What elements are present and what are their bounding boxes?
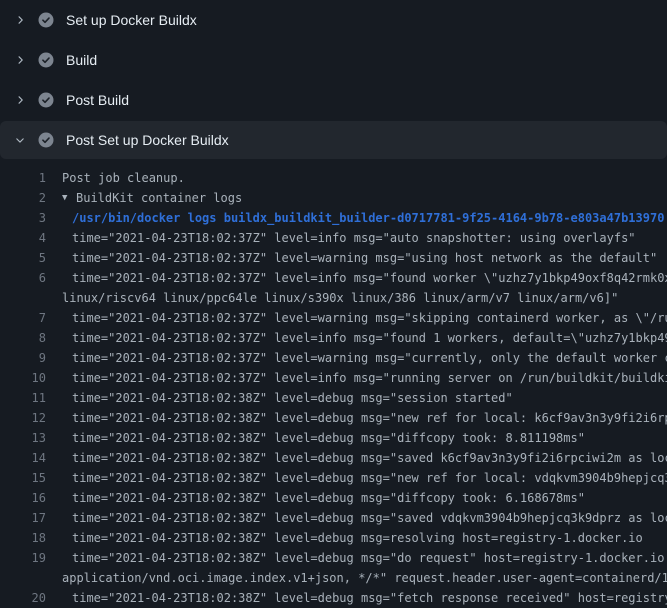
line-number[interactable]: 18 xyxy=(0,528,46,548)
log-line: 9 time="2021-04-23T18:02:37Z" level=warn… xyxy=(0,348,667,368)
log-text: time="2021-04-23T18:02:37Z" level=info m… xyxy=(72,328,667,348)
log-line: 5 time="2021-04-23T18:02:37Z" level=warn… xyxy=(0,248,667,268)
log-text: time="2021-04-23T18:02:37Z" level=warnin… xyxy=(72,308,667,328)
log-text: BuildKit container logs xyxy=(76,188,242,208)
log-line: 12 time="2021-04-23T18:02:38Z" level=deb… xyxy=(0,408,667,428)
group-toggle-icon[interactable]: ▼ xyxy=(62,188,74,208)
log-text: time="2021-04-23T18:02:38Z" level=debug … xyxy=(72,388,513,408)
check-circle-icon xyxy=(38,92,54,108)
log-line: 10 time="2021-04-23T18:02:37Z" level=inf… xyxy=(0,368,667,388)
chevron-right-icon[interactable] xyxy=(12,52,28,68)
check-circle-icon xyxy=(38,132,54,148)
log-text: time="2021-04-23T18:02:37Z" level=info m… xyxy=(72,228,636,248)
line-number[interactable]: 11 xyxy=(0,388,46,408)
line-number[interactable]: 6 xyxy=(0,268,46,288)
line-number[interactable]: 3 xyxy=(0,208,46,228)
chevron-down-icon[interactable] xyxy=(12,132,28,148)
log-text: application/vnd.oci.image.index.v1+json,… xyxy=(62,568,667,588)
log-text: time="2021-04-23T18:02:37Z" level=warnin… xyxy=(72,348,667,368)
log-text: time="2021-04-23T18:02:38Z" level=debug … xyxy=(72,528,643,548)
step-label: Post Build xyxy=(66,92,129,108)
check-circle-icon xyxy=(38,12,54,28)
log-text: time="2021-04-23T18:02:38Z" level=debug … xyxy=(72,588,667,608)
log-line: 7 time="2021-04-23T18:02:37Z" level=warn… xyxy=(0,308,667,328)
line-number[interactable]: 14 xyxy=(0,448,46,468)
step-label: Set up Docker Buildx xyxy=(66,12,197,28)
steps-list: Set up Docker Buildx Build Post Build Po… xyxy=(0,0,667,159)
log-line: 20 time="2021-04-23T18:02:38Z" level=deb… xyxy=(0,588,667,608)
log-text: time="2021-04-23T18:02:37Z" level=warnin… xyxy=(72,248,657,268)
log-text: Post job cleanup. xyxy=(62,168,185,188)
log-line: 14 time="2021-04-23T18:02:38Z" level=deb… xyxy=(0,448,667,468)
line-number[interactable]: 15 xyxy=(0,468,46,488)
step-label: Build xyxy=(66,52,97,68)
line-number[interactable]: 1 xyxy=(0,168,46,188)
line-number[interactable]: 17 xyxy=(0,508,46,528)
log-line: 15 time="2021-04-23T18:02:38Z" level=deb… xyxy=(0,468,667,488)
line-number[interactable] xyxy=(0,288,46,308)
chevron-right-icon[interactable] xyxy=(12,92,28,108)
chevron-right-icon[interactable] xyxy=(12,12,28,28)
step-row[interactable]: Post Build xyxy=(0,80,667,120)
log-text: time="2021-04-23T18:02:37Z" level=info m… xyxy=(72,268,667,288)
line-number[interactable]: 19 xyxy=(0,548,46,568)
step-row[interactable]: Set up Docker Buildx xyxy=(0,0,667,40)
line-number[interactable]: 5 xyxy=(0,248,46,268)
log-line-continuation: linux/riscv64 linux/ppc64le linux/s390x … xyxy=(0,288,667,308)
line-number[interactable]: 20 xyxy=(0,588,46,608)
log-area: 1 Post job cleanup. 2 ▼ BuildKit contain… xyxy=(0,160,667,608)
line-number[interactable]: 7 xyxy=(0,308,46,328)
log-text: time="2021-04-23T18:02:38Z" level=debug … xyxy=(72,428,585,448)
log-text: time="2021-04-23T18:02:38Z" level=debug … xyxy=(72,508,667,528)
log-line-continuation: application/vnd.oci.image.index.v1+json,… xyxy=(0,568,667,588)
step-label: Post Set up Docker Buildx xyxy=(66,132,229,148)
log-line: 6 time="2021-04-23T18:02:37Z" level=info… xyxy=(0,268,667,288)
log-line: 1 Post job cleanup. xyxy=(0,168,667,188)
line-number[interactable]: 9 xyxy=(0,348,46,368)
log-text: time="2021-04-23T18:02:37Z" level=info m… xyxy=(72,368,667,388)
log-line: 16 time="2021-04-23T18:02:38Z" level=deb… xyxy=(0,488,667,508)
step-row[interactable]: Build xyxy=(0,40,667,80)
line-number[interactable]: 4 xyxy=(0,228,46,248)
log-line: 13 time="2021-04-23T18:02:38Z" level=deb… xyxy=(0,428,667,448)
line-number[interactable]: 2 xyxy=(0,188,46,208)
actions-log-viewer: Set up Docker Buildx Build Post Build Po… xyxy=(0,0,667,608)
log-line: 11 time="2021-04-23T18:02:38Z" level=deb… xyxy=(0,388,667,408)
log-line: 8 time="2021-04-23T18:02:37Z" level=info… xyxy=(0,328,667,348)
log-text: /usr/bin/docker logs buildx_buildkit_bui… xyxy=(72,208,664,228)
log-line: 3 /usr/bin/docker logs buildx_buildkit_b… xyxy=(0,208,667,228)
step-row[interactable]: Post Set up Docker Buildx xyxy=(0,121,667,159)
line-number[interactable]: 8 xyxy=(0,328,46,348)
log-line: 18 time="2021-04-23T18:02:38Z" level=deb… xyxy=(0,528,667,548)
log-line: 4 time="2021-04-23T18:02:37Z" level=info… xyxy=(0,228,667,248)
log-text: time="2021-04-23T18:02:38Z" level=debug … xyxy=(72,488,585,508)
line-number[interactable] xyxy=(0,568,46,588)
line-number[interactable]: 16 xyxy=(0,488,46,508)
log-text: time="2021-04-23T18:02:38Z" level=debug … xyxy=(72,548,667,568)
log-text: linux/riscv64 linux/ppc64le linux/s390x … xyxy=(62,288,618,308)
line-number[interactable]: 10 xyxy=(0,368,46,388)
log-text: time="2021-04-23T18:02:38Z" level=debug … xyxy=(72,448,667,468)
log-text: time="2021-04-23T18:02:38Z" level=debug … xyxy=(72,468,667,488)
check-circle-icon xyxy=(38,52,54,68)
log-line: 2 ▼ BuildKit container logs xyxy=(0,188,667,208)
line-number[interactable]: 12 xyxy=(0,408,46,428)
log-line: 19 time="2021-04-23T18:02:38Z" level=deb… xyxy=(0,548,667,568)
line-number[interactable]: 13 xyxy=(0,428,46,448)
log-text: time="2021-04-23T18:02:38Z" level=debug … xyxy=(72,408,667,428)
log-line: 17 time="2021-04-23T18:02:38Z" level=deb… xyxy=(0,508,667,528)
